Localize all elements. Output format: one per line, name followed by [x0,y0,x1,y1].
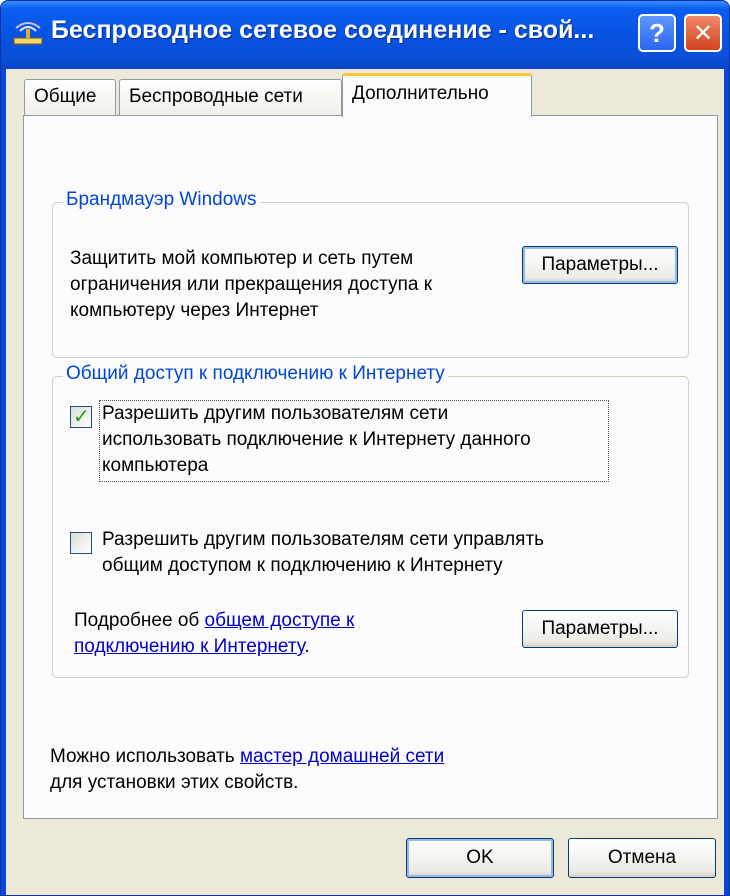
tab-advanced[interactable]: Дополнительно [342,73,532,117]
ok-button[interactable]: OK [406,838,554,878]
ics-more-suffix: . [304,636,310,657]
allow-control-label[interactable]: Разрешить другим пользователям сети упра… [102,527,544,579]
allow-sharing-label-line: Разрешить другим пользователям сети [102,403,449,424]
dialog-client: Общие Беспроводные сети Дополнительно Бр… [6,69,724,895]
allow-sharing-label-line: компьютера [102,455,209,476]
dialog-window: Беспроводное сетевое соединение - свой..… [0,0,730,896]
help-button[interactable]: ? [638,14,676,52]
tab-general[interactable]: Общие [24,79,116,115]
internet-sharing-group-title: Общий доступ к подключению к Интернету [63,363,448,385]
window-title: Беспроводное сетевое соединение - свой..… [51,16,595,44]
allow-control-label-line: общим доступом к подключению к Интернету [102,555,503,576]
ics-help-link[interactable]: подключению к Интернету [74,636,304,657]
checkmark-icon: ✓ [73,406,90,428]
tab-panel-advanced: Брандмауэр Windows Защитить мой компьюте… [23,115,718,819]
tab-wireless-networks[interactable]: Беспроводные сети [119,79,342,115]
close-button[interactable]: ✕ [684,14,722,52]
allow-sharing-checkbox[interactable]: ✓ [70,406,92,428]
firewall-description-line: ограничения или прекращения доступа к [70,274,433,295]
ics-settings-button[interactable]: Параметры... [522,610,678,648]
firewall-description: Защитить мой компьютер и сеть путем огра… [70,246,432,324]
firewall-description-line: компьютеру через Интернет [70,300,319,321]
cancel-button[interactable]: Отмена [568,838,716,878]
firewall-description-line: Защитить мой компьютер и сеть путем [70,248,414,269]
ics-more-info: Подробнее об общем доступе к подключению… [74,608,354,660]
firewall-group-title: Брандмауэр Windows [63,189,260,211]
wizard-info: Можно использовать мастер домашней сети … [50,744,444,796]
allow-control-label-line: Разрешить другим пользователям сети упра… [102,529,545,550]
wizard-suffix: для установки этих свойств. [50,772,299,793]
allow-control-checkbox[interactable] [70,532,92,554]
allow-sharing-label-line: использовать подключение к Интернету дан… [102,429,531,450]
ics-help-link[interactable]: общем доступе к [205,610,355,631]
ics-more-prefix: Подробнее об [74,610,205,631]
network-setup-wizard-link[interactable]: мастер домашней сети [240,746,444,767]
firewall-settings-button[interactable]: Параметры... [522,246,678,284]
wizard-prefix: Можно использовать [50,746,240,767]
allow-sharing-label[interactable]: Разрешить другим пользователям сети испо… [102,401,531,479]
wireless-network-icon [11,21,45,51]
title-bar[interactable]: Беспроводное сетевое соединение - свой..… [1,1,729,69]
